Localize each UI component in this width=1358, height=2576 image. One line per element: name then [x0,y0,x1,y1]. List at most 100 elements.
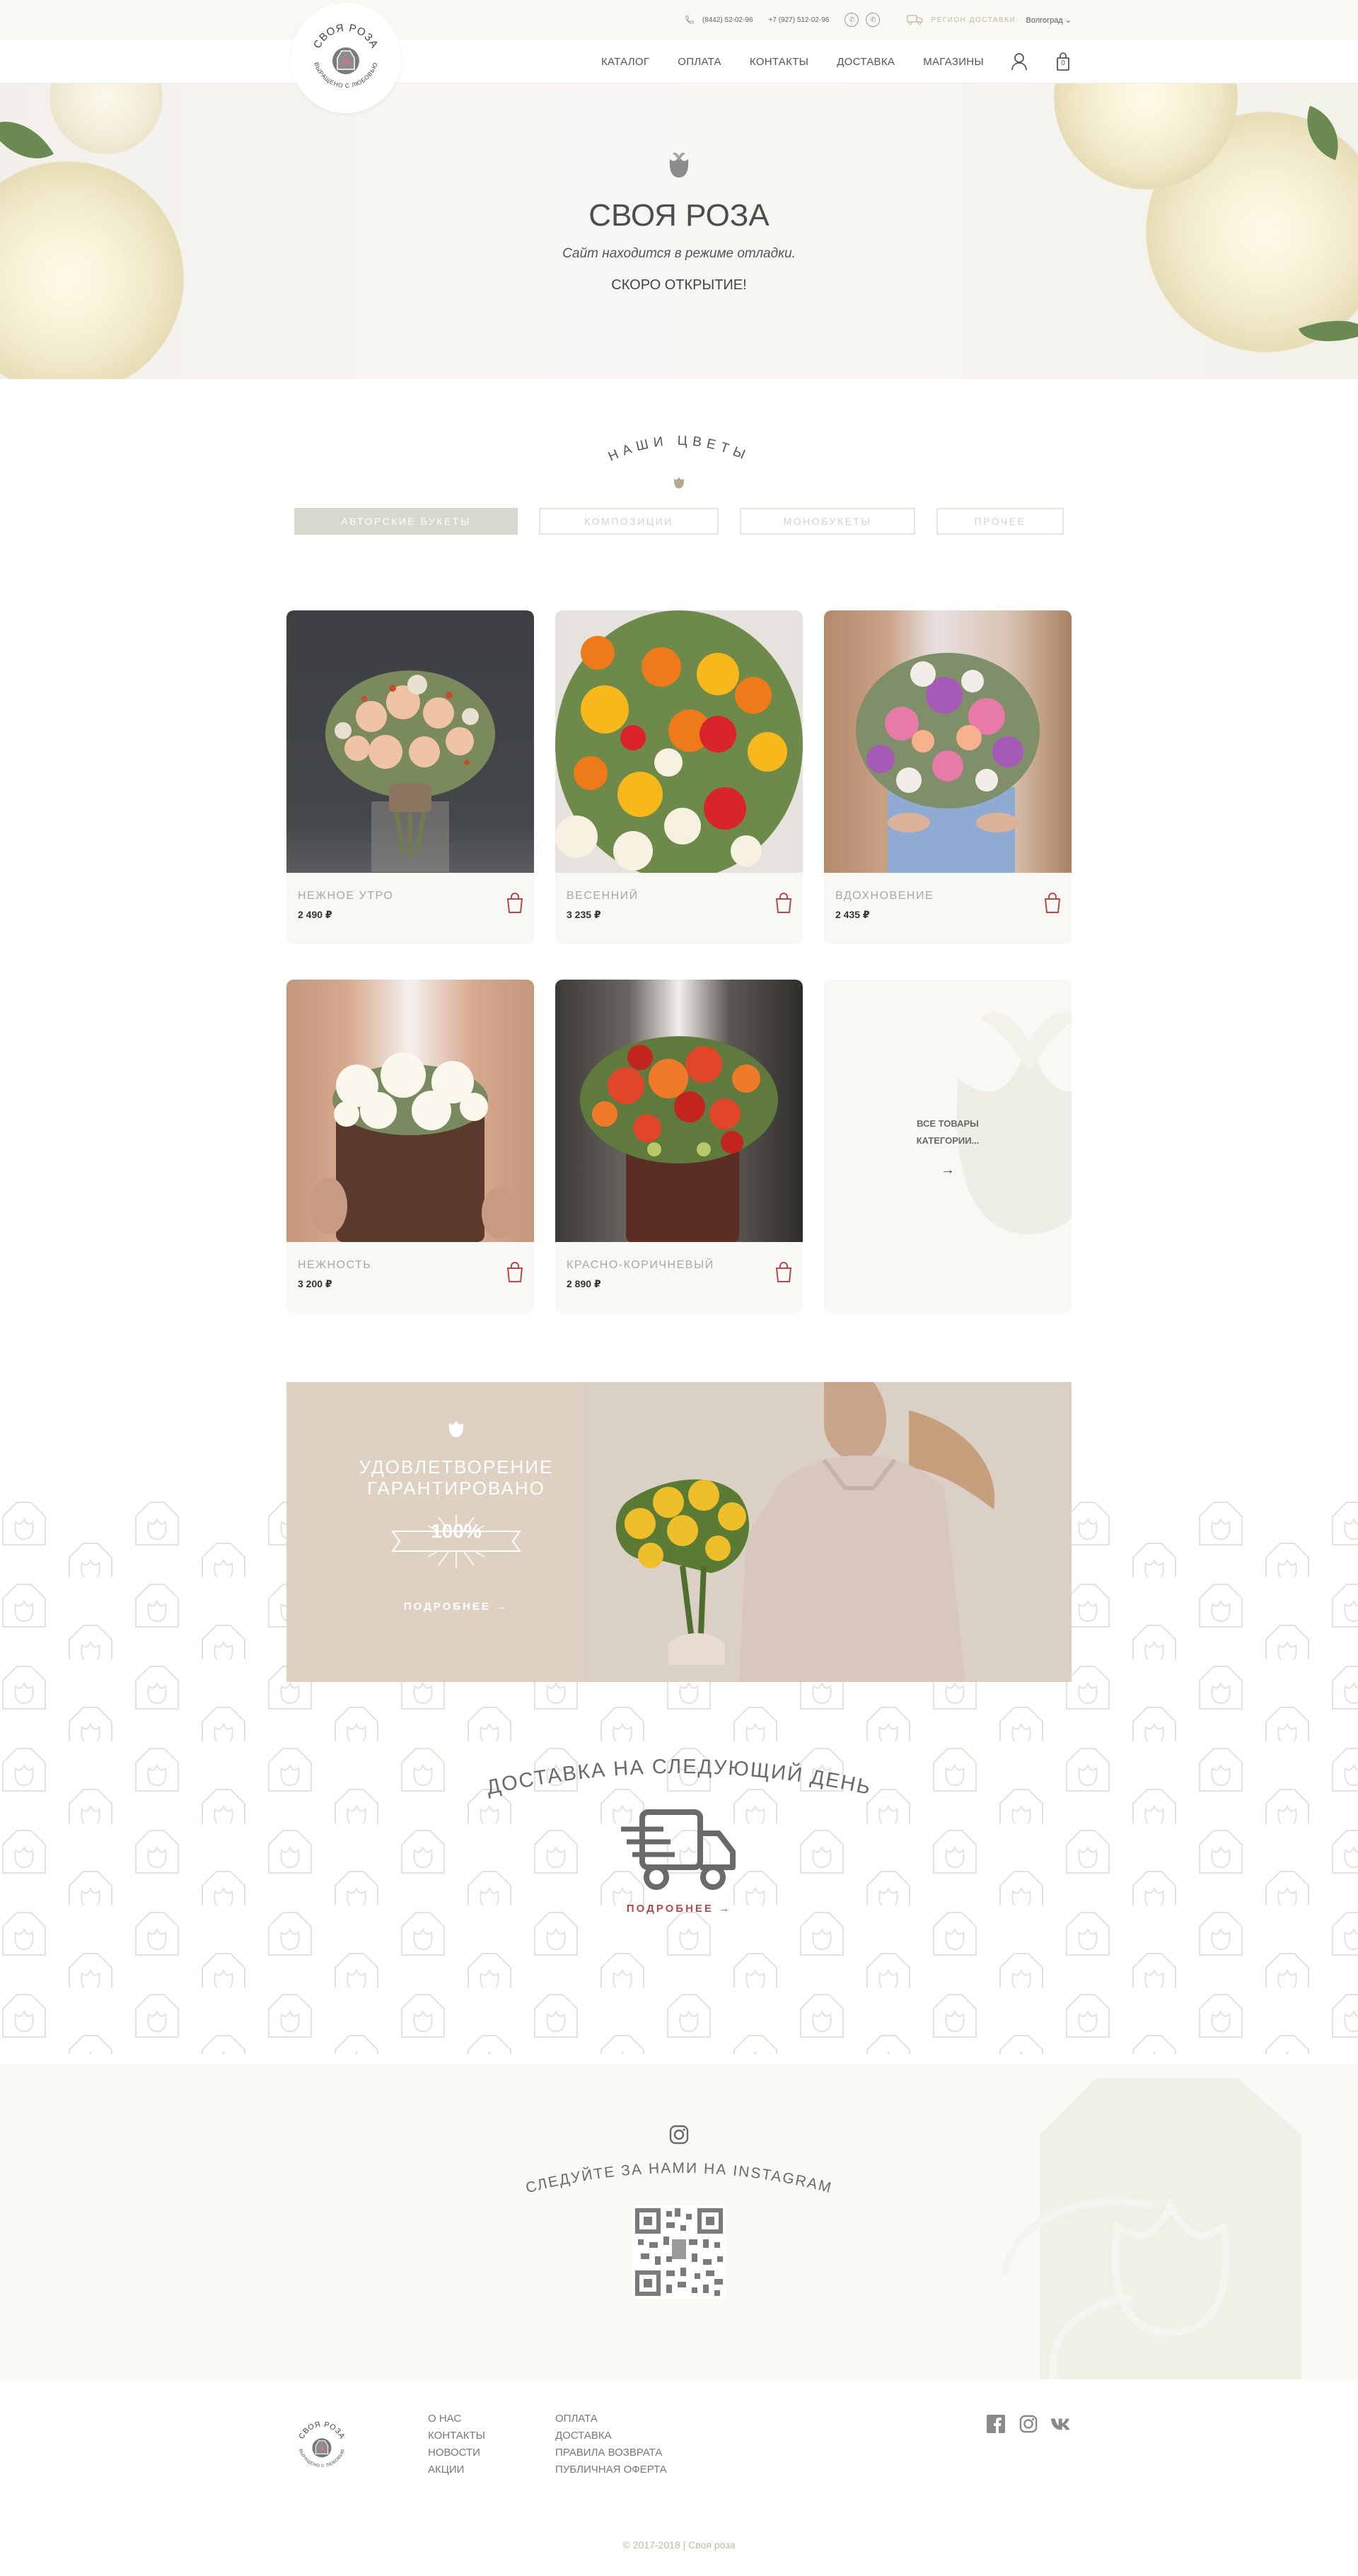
filter-monobouquets[interactable]: МОНОБУКЕТЫ [740,508,915,535]
product-price: 3 235 ₽ [567,909,601,920]
top-bar: (8442) 52-02-96 +7 (927) 512-02-96 ✆ ✆ Р… [0,0,1358,40]
hero-banner: СВОЯ РОЗА Сайт находится в режиме отладк… [0,83,1358,379]
delivery-section: ДОСТАВКА НА СЛЕДУЮЩИЙ ДЕНЬ ПОДРОБНЕЕ → [0,1682,1358,2064]
product-image[interactable] [286,610,534,873]
footer-link-contacts[interactable]: КОНТАКТЫ [428,2427,513,2444]
rose-bud-icon [448,1420,464,1437]
svg-text:СВОЯ РОЗА: СВОЯ РОЗА [297,2420,347,2441]
delivery-truck-icon [621,1809,736,1890]
nav-shops[interactable]: МАГАЗИНЫ [923,56,984,68]
main-nav: СВОЯ РОЗА ВЫРАЩЕНО С ЛЮБОВЬЮ КАТАЛОГ ОПЛ… [0,3,1358,113]
all-items-label: ВСЕ ТОВАРЫ КАТЕГОРИИ... [916,1118,980,1146]
product-price: 3 200 ₽ [298,1278,332,1289]
add-to-cart-icon[interactable] [774,893,793,914]
product-card[interactable]: ВЕСЕННИЙ 3 235 ₽ [555,610,803,944]
filter-other[interactable]: ПРОЧЕЕ [936,508,1064,535]
rose-decoration [50,83,163,154]
product-name[interactable]: КРАСНО-КОРИЧНЕВЫЙ [567,1259,791,1272]
svg-text:НАШИ ЦВЕТЫ: НАШИ ЦВЕТЫ [606,434,752,465]
product-image[interactable] [555,980,803,1242]
user-icon[interactable] [1011,52,1028,71]
instagram-icon[interactable] [669,2125,689,2145]
logo-emblem: СВОЯ РОЗА ВЫРАЩЕНО С ЛЮБОВЬЮ [311,22,381,89]
social-links [985,2413,1072,2481]
product-image[interactable] [555,610,803,873]
product-image[interactable] [824,610,1072,873]
phone-icon [684,14,695,25]
footer: СВОЯ РОЗА ВЫРАЩЕНО С ЛЮБОВЬЮ О НАС КОНТА… [0,2379,1358,2576]
filter-author-bouquets[interactable]: АВТОРСКИЕ БУКЕТЫ [294,508,518,535]
nav-delivery[interactable]: ДОСТАВКА [837,56,895,68]
catalog-section: НАШИ ЦВЕТЫ АВТОРСКИЕ БУКЕТЫ КОМПОЗИЦИИ М… [0,420,1358,535]
phone-1[interactable]: (8442) 52-02-96 [702,16,753,24]
region-label: РЕГИОН ДОСТАВКИ: [931,16,1019,24]
product-name[interactable]: НЕЖНОСТЬ [298,1259,523,1272]
facebook-icon[interactable] [985,2413,1006,2435]
product-price: 2 890 ₽ [567,1278,601,1289]
logo-top-text: СВОЯ РОЗА [311,22,380,51]
whatsapp-icon[interactable]: ✆ [866,13,881,27]
add-to-cart-icon[interactable] [506,893,524,914]
footer-link-returns[interactable]: ПРАВИЛА ВОЗВРАТА [555,2444,697,2461]
add-to-cart-icon[interactable] [1043,893,1062,914]
promo-zone: УДОВЛЕТВОРЕНИЕ ГАРАНТИРОВАНО 100% ПОДРОБ… [0,1382,1358,2064]
hero-subtitle: Сайт находится в режиме отладки. [562,246,796,261]
footer-logo[interactable]: СВОЯ РОЗА ВЫРАЩЕНО С ЛЮБОВЬЮ [286,2410,357,2481]
region-select[interactable]: Волгоград ⌄ [1026,16,1072,25]
svg-text:СВОЯ РОЗА: СВОЯ РОЗА [311,22,381,51]
product-card[interactable]: ВДОХНОВЕНИЕ 2 435 ₽ [824,610,1072,944]
product-card[interactable]: НЕЖНОСТЬ 3 200 ₽ [286,980,534,1313]
rose-bud-icon [674,477,684,489]
banner-title: УДОВЛЕТВОРЕНИЕ ГАРАНТИРОВАНО [359,1456,554,1499]
viber-icon[interactable]: ✆ [845,13,859,27]
add-to-cart-icon[interactable] [774,1262,793,1283]
product-image[interactable] [286,980,534,1242]
footer-col-1: О НАС КОНТАКТЫ НОВОСТИ АКЦИИ [428,2410,513,2481]
catalog-title: НАШИ ЦВЕТЫ [606,434,752,465]
hero-title: СВОЯ РОЗА [588,198,770,233]
cart-icon[interactable]: 0 [1055,52,1072,71]
svg-text:СЛЕДУЙТЕ ЗА НАМИ НА INSTAGRAM: СЛЕДУЙТЕ ЗА НАМИ НА INSTAGRAM [524,2160,834,2196]
category-filters: АВТОРСКИЕ БУКЕТЫ КОМПОЗИЦИИ МОНОБУКЕТЫ П… [0,508,1358,535]
instagram-icon[interactable] [1018,2413,1039,2435]
instagram-section: СЛЕДУЙТЕ ЗА НАМИ НА INSTAGRAM [0,2064,1358,2379]
copyright: © 2017-2018 | Своя роза [622,2539,736,2551]
satisfaction-banner: УДОВЛЕТВОРЕНИЕ ГАРАНТИРОВАНО 100% ПОДРОБ… [286,1382,1072,1682]
logo[interactable]: СВОЯ РОЗА ВЫРАЩЕНО С ЛЮБОВЬЮ [291,3,401,113]
instagram-title: СЛЕДУЙТЕ ЗА НАМИ НА INSTAGRAM [524,2160,834,2196]
product-name[interactable]: ВДОХНОВЕНИЕ [835,890,1060,903]
footer-link-offer[interactable]: ПУБЛИЧНАЯ ОФЕРТА [555,2461,697,2478]
product-name[interactable]: ВЕСЕННИЙ [567,890,791,903]
svg-text:ДОСТАВКА НА СЛЕДУЮЩИЙ ДЕНЬ: ДОСТАВКА НА СЛЕДУЮЩИЙ ДЕНЬ [484,1756,874,1799]
nav-payment[interactable]: ОПЛАТА [678,56,721,68]
add-to-cart-icon[interactable] [506,1262,524,1283]
truck-icon [907,15,924,25]
phone-2[interactable]: +7 (927) 512-02-96 [769,16,830,24]
cart-count: 0 [1061,59,1065,67]
rose-bud-icon [669,152,689,178]
footer-link-about[interactable]: О НАС [428,2410,513,2427]
nav-contacts[interactable]: КОНТАКТЫ [750,56,808,68]
footer-link-news[interactable]: НОВОСТИ [428,2444,513,2461]
banner-percent: 100% [431,1520,482,1542]
footer-link-promos[interactable]: АКЦИИ [428,2461,513,2478]
product-card[interactable]: КРАСНО-КОРИЧНЕВЫЙ 2 890 ₽ [555,980,803,1313]
delivery-more-link[interactable]: ПОДРОБНЕЕ → [0,1903,1358,1915]
product-card[interactable]: НЕЖНОЕ УТРО 2 490 ₽ [286,610,534,944]
badge-100: 100% [357,1513,555,1570]
filter-compositions[interactable]: КОМПОЗИЦИИ [539,508,719,535]
qr-code[interactable] [632,2205,726,2299]
nav-catalog[interactable]: КАТАЛОГ [601,56,649,68]
arrow-right-icon: → [941,1161,955,1178]
footer-link-payment[interactable]: ОПЛАТА [555,2410,697,2427]
delivery-title: ДОСТАВКА НА СЛЕДУЮЩИЙ ДЕНЬ [484,1756,874,1799]
vk-icon[interactable] [1050,2413,1072,2435]
hero-soon: СКОРО ОТКРЫТИЕ! [611,277,747,293]
product-price: 2 435 ₽ [835,909,870,920]
product-name[interactable]: НЕЖНОЕ УТРО [298,890,523,903]
product-price: 2 490 ₽ [298,909,332,920]
footer-link-delivery[interactable]: ДОСТАВКА [555,2427,697,2444]
region-value: Волгоград [1026,16,1063,25]
banner-more-link[interactable]: ПОДРОБНЕЕ → [357,1601,555,1613]
all-category-items-link[interactable]: ВСЕ ТОВАРЫ КАТЕГОРИИ... → [824,980,1072,1313]
